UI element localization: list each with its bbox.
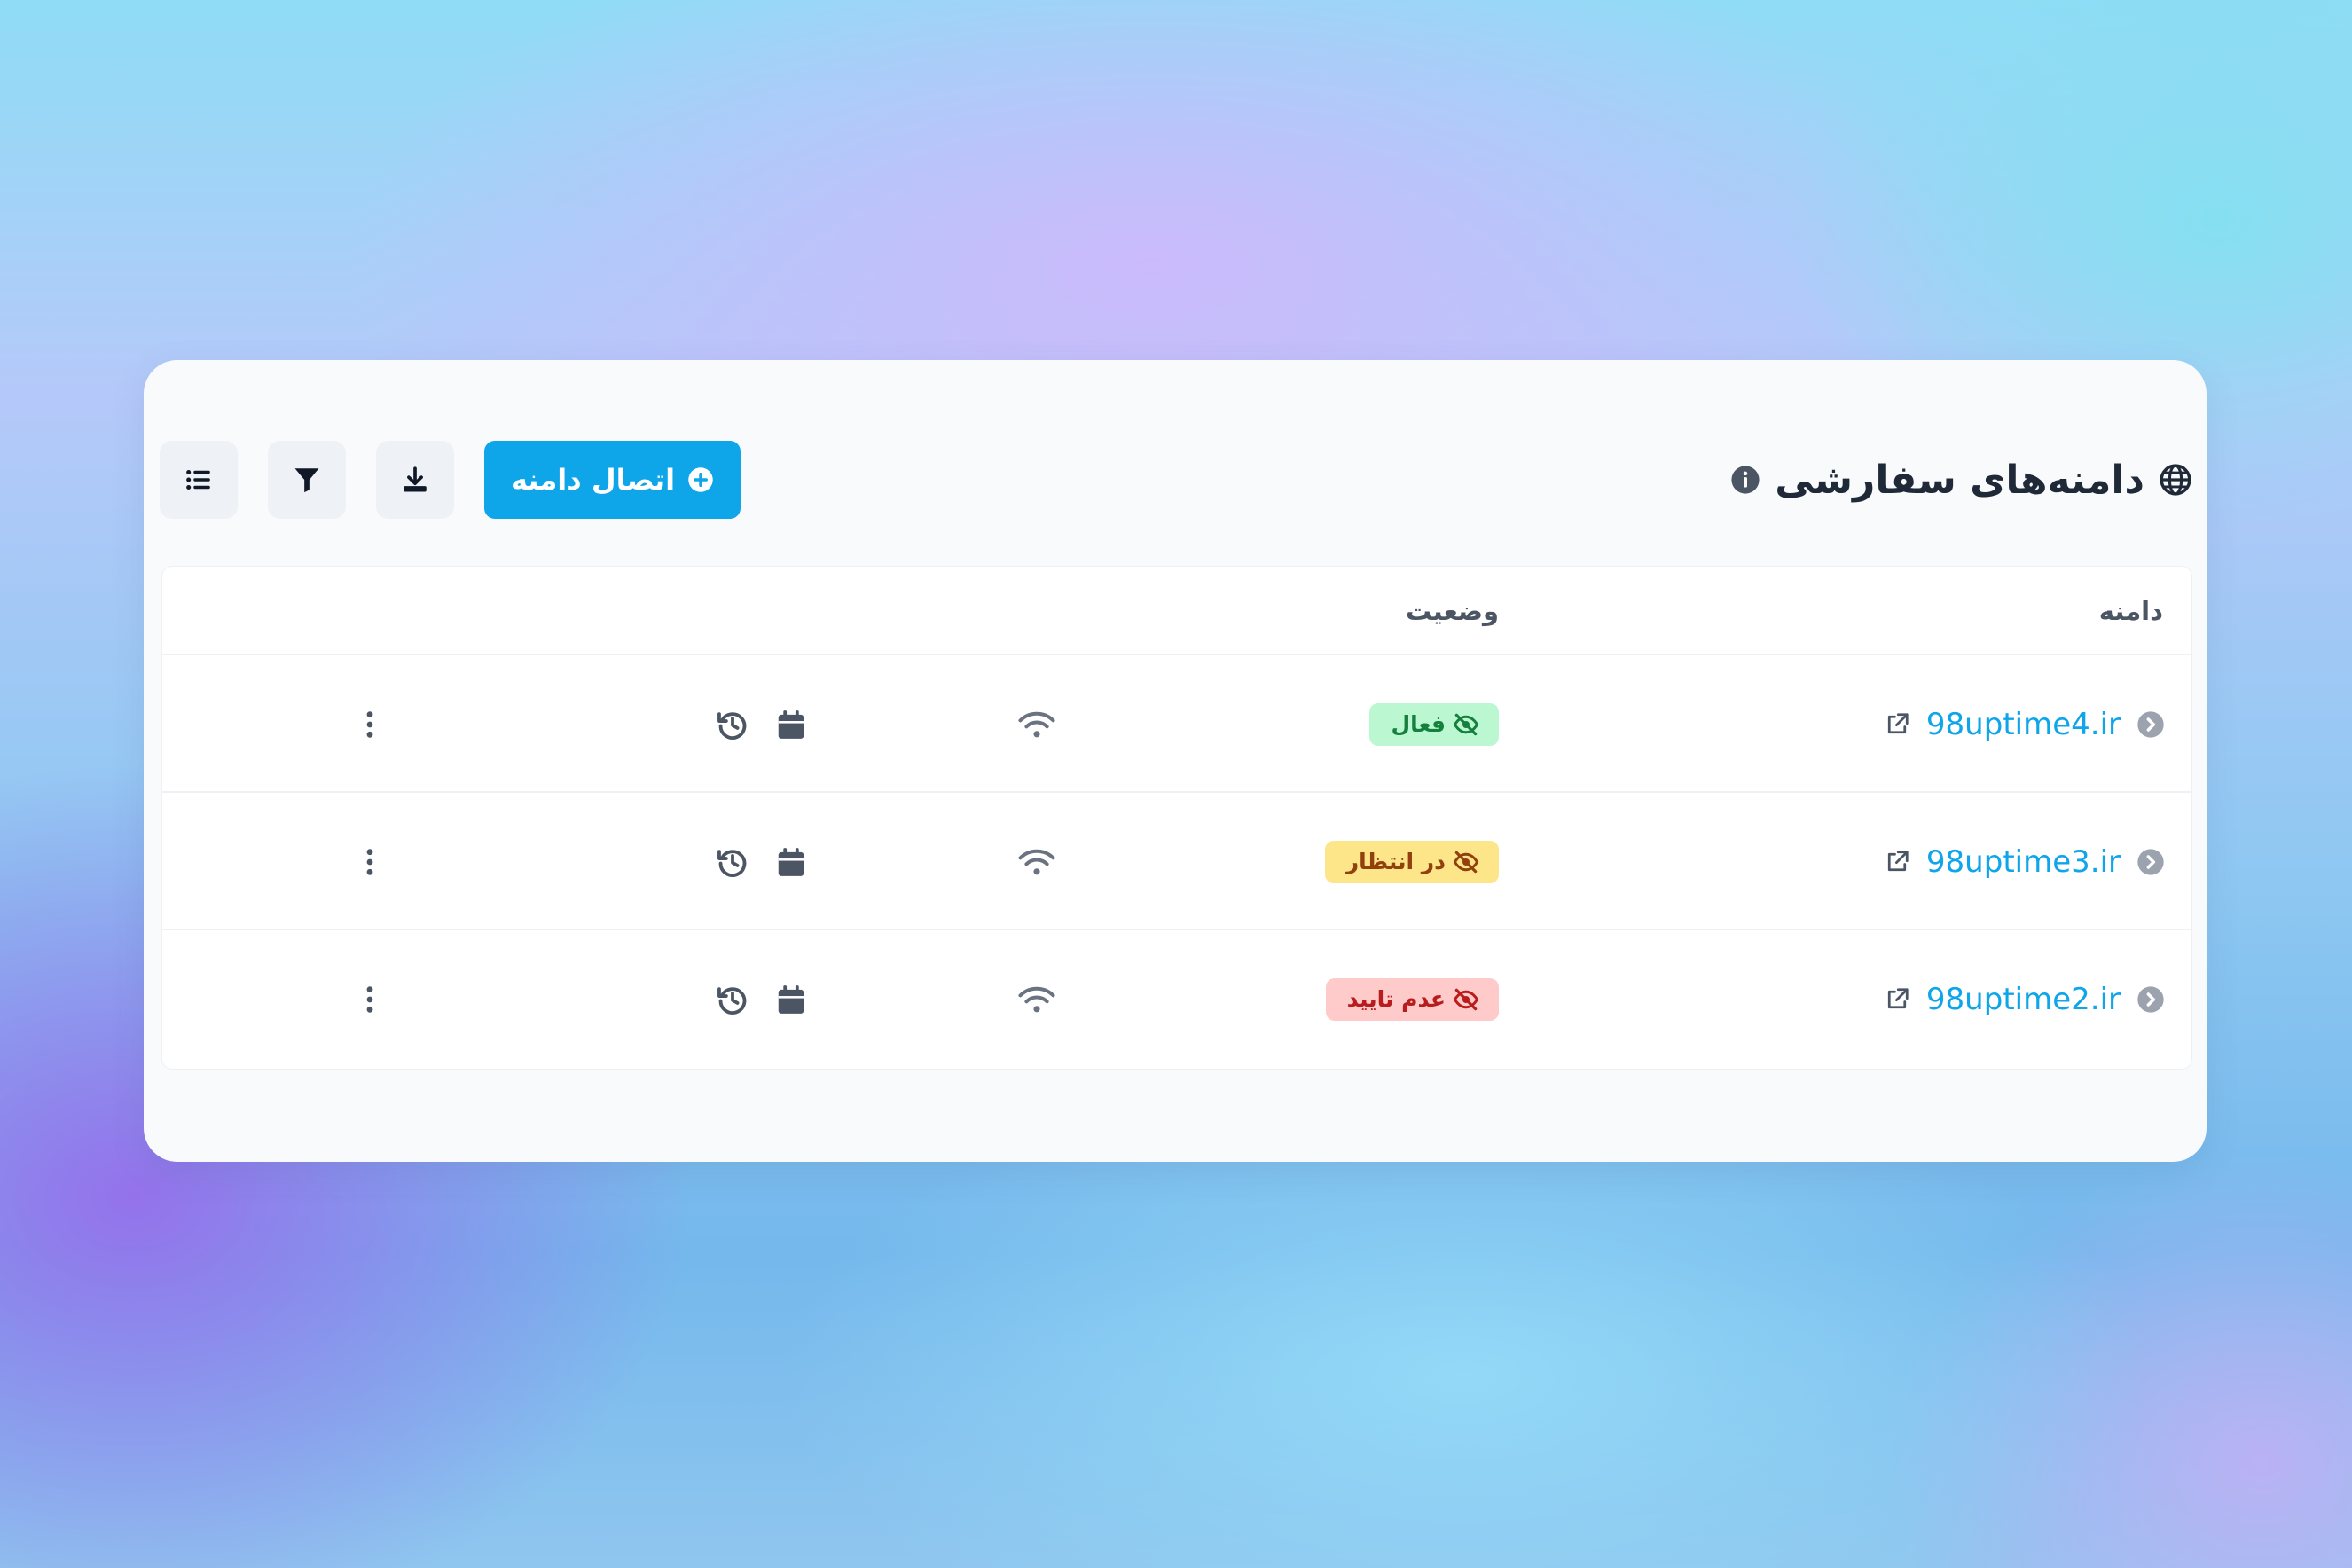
domain-cell: 98uptime2.ir xyxy=(1884,930,2165,1068)
wifi-icon[interactable] xyxy=(1017,655,1056,793)
info-icon[interactable] xyxy=(1730,465,1760,495)
plus-circle-icon xyxy=(687,466,714,493)
connect-domain-label: اتصال دامنه xyxy=(511,463,676,497)
eye-slash-icon xyxy=(1453,851,1479,873)
wifi-icon[interactable] xyxy=(1017,930,1056,1068)
list-icon xyxy=(186,469,210,490)
more-vertical-icon[interactable] xyxy=(364,793,376,930)
page-title: دامنه‌های سفارشی xyxy=(1775,457,2144,503)
external-link-icon[interactable] xyxy=(1884,849,1910,875)
domain-link[interactable]: 98uptime2.ir xyxy=(1926,982,2121,1017)
filter-icon xyxy=(294,468,319,493)
wifi-icon[interactable] xyxy=(1017,793,1056,930)
chevron-left-circle-icon[interactable] xyxy=(2136,848,2165,876)
table-header: دامنه وضعیت xyxy=(162,567,2191,655)
status-badge: فعال xyxy=(1369,702,1499,746)
history-icon[interactable] xyxy=(716,983,749,1016)
card-header: دامنه‌های سفارشی اتصال دامنه xyxy=(144,440,2207,520)
table-row: 98uptime3.ir در انتظار xyxy=(162,793,2191,930)
status-label: در انتظار xyxy=(1345,849,1446,874)
row-tools xyxy=(716,793,808,930)
header-actions: اتصال دامنه xyxy=(160,441,741,519)
status-cell: در انتظار xyxy=(1324,793,1499,930)
status-cell: عدم تایید xyxy=(1325,930,1499,1068)
external-link-icon[interactable] xyxy=(1884,711,1910,738)
history-icon[interactable] xyxy=(716,708,749,741)
table-row: 98uptime2.ir عدم تایید xyxy=(162,930,2191,1068)
row-tools xyxy=(716,655,808,793)
more-vertical-icon[interactable] xyxy=(364,930,376,1068)
status-badge: عدم تایید xyxy=(1325,977,1499,1021)
calendar-icon[interactable] xyxy=(774,708,808,741)
status-label: فعال xyxy=(1391,711,1446,737)
row-tools xyxy=(716,930,808,1068)
more-vertical-icon[interactable] xyxy=(364,655,376,793)
download-button[interactable] xyxy=(376,441,454,519)
chevron-left-circle-icon[interactable] xyxy=(2136,985,2165,1014)
status-badge: در انتظار xyxy=(1324,840,1499,883)
calendar-icon[interactable] xyxy=(774,983,808,1016)
chevron-left-circle-icon[interactable] xyxy=(2136,710,2165,739)
eye-slash-icon xyxy=(1453,988,1479,1010)
table-row: 98uptime4.ir فعال xyxy=(162,655,2191,793)
calendar-icon[interactable] xyxy=(774,845,808,879)
list-view-button[interactable] xyxy=(160,441,238,519)
custom-domains-card: دامنه‌های سفارشی اتصال دامنه xyxy=(144,360,2207,1162)
column-header-status[interactable]: وضعیت xyxy=(1406,567,1499,655)
domain-link[interactable]: 98uptime4.ir xyxy=(1926,707,2121,742)
connect-domain-button[interactable]: اتصال دامنه xyxy=(484,441,741,519)
globe-icon xyxy=(2159,463,2192,497)
history-icon[interactable] xyxy=(716,845,749,879)
domain-cell: 98uptime3.ir xyxy=(1884,793,2165,930)
eye-slash-icon xyxy=(1453,713,1479,735)
domain-cell: 98uptime4.ir xyxy=(1884,655,2165,793)
status-label: عدم تایید xyxy=(1346,986,1446,1012)
status-cell: فعال xyxy=(1369,655,1499,793)
column-header-domain[interactable]: دامنه xyxy=(2099,567,2163,655)
filter-button[interactable] xyxy=(268,441,346,519)
download-icon xyxy=(404,466,427,492)
external-link-icon[interactable] xyxy=(1884,986,1910,1013)
title-group: دامنه‌های سفارشی xyxy=(1730,458,2192,503)
domains-table: دامنه وضعیت 98uptime4.ir فعال 98uptime3.… xyxy=(161,566,2192,1070)
domain-link[interactable]: 98uptime3.ir xyxy=(1926,844,2121,880)
